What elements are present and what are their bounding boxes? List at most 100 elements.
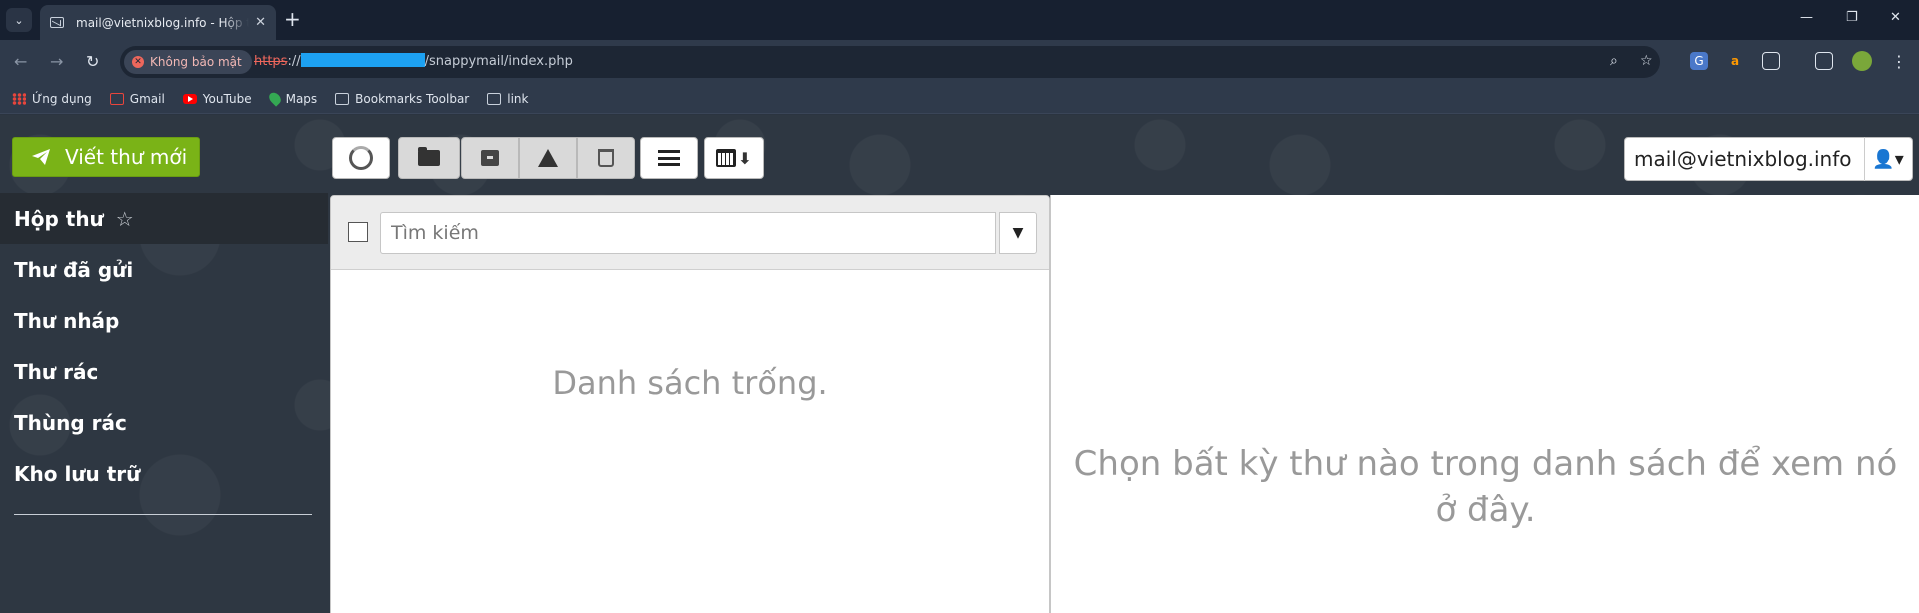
move-to-folder-button[interactable]: [398, 137, 460, 179]
loading-spinner-icon: [349, 146, 373, 170]
bookmark-label: link: [507, 91, 529, 106]
bookmark-youtube[interactable]: YouTube: [182, 91, 252, 106]
empty-list-message: Danh sách trống.: [552, 364, 828, 402]
bookmark-label: YouTube: [202, 91, 252, 106]
bookmarks-bar: Ứng dụng Gmail YouTube Maps Bookmarks To…: [0, 84, 1919, 114]
apps-grid-icon: [12, 92, 26, 105]
folder-icon: [335, 92, 350, 105]
folder-icon: [418, 147, 440, 166]
forward-arrow-icon[interactable]: →: [50, 52, 63, 71]
url-redacted-host: [300, 53, 425, 67]
sort-group: ⬇: [704, 137, 764, 179]
bookmark-label: Ứng dụng: [32, 91, 92, 106]
bookmark-maps[interactable]: Maps: [266, 90, 318, 107]
folder-label: Kho lưu trữ: [14, 461, 141, 486]
more-menu-button[interactable]: [640, 137, 698, 179]
browser-tab-active[interactable]: mail@vietnixblog.info - Hộp thư ✕: [40, 5, 276, 40]
folder-label: Thư rác: [14, 359, 99, 384]
sort-down-arrow-icon: ⬇: [738, 148, 752, 168]
window-restore-icon[interactable]: ❐: [1846, 10, 1858, 25]
sort-button[interactable]: ⬇: [704, 137, 764, 179]
back-arrow-icon[interactable]: ←: [14, 52, 27, 71]
compose-button[interactable]: Viết thư mới: [12, 137, 200, 177]
bookmark-label: Maps: [285, 91, 318, 106]
url-separator: ://: [287, 54, 301, 69]
bookmark-folder-toolbar[interactable]: Bookmarks Toolbar: [335, 92, 469, 106]
star-icon[interactable]: ☆: [116, 207, 134, 231]
menu-group: [640, 137, 698, 179]
folder-divider: [14, 514, 312, 515]
reload-icon[interactable]: ↻: [86, 52, 99, 71]
new-tab-plus-icon[interactable]: +: [284, 8, 301, 30]
extensions-puzzle-icon[interactable]: [1762, 52, 1780, 70]
search-options-caret-icon[interactable]: ▼: [999, 212, 1037, 254]
folder-label: Thư nháp: [14, 308, 120, 333]
browser-tab-strip: ⌄ mail@vietnixblog.info - Hộp thư ✕ + — …: [0, 0, 1919, 40]
tab-close-icon[interactable]: ✕: [255, 15, 266, 30]
message-preview-panel: Chọn bất kỳ thư nào trong danh sách để x…: [1050, 195, 1919, 613]
folder-icon: [487, 92, 502, 105]
gmail-icon: [109, 92, 124, 105]
folder-inbox[interactable]: Hộp thư ☆: [0, 193, 328, 244]
bookmark-folder-link[interactable]: link: [487, 92, 528, 106]
account-label: mail@vietnixblog.info: [1634, 147, 1852, 171]
preview-empty-message: Chọn bất kỳ thư nào trong danh sách để x…: [1073, 444, 1898, 530]
refresh-button[interactable]: [332, 137, 390, 179]
trash-icon: [598, 149, 614, 167]
tab-title: mail@vietnixblog.info - Hộp thư: [76, 15, 250, 30]
archive-button[interactable]: [461, 137, 519, 179]
translate-extension-icon[interactable]: G: [1690, 52, 1708, 70]
message-list-header: ▼: [331, 196, 1049, 270]
folder-label: Thùng rác: [14, 410, 127, 435]
tab-search-chevron-icon[interactable]: ⌄: [6, 8, 32, 32]
window-minimize-icon[interactable]: —: [1800, 10, 1813, 25]
archive-icon: [481, 150, 499, 166]
folder-label: Hộp thư: [14, 206, 104, 231]
hamburger-menu-icon: [658, 150, 680, 166]
bookmark-label: Gmail: [129, 91, 165, 106]
user-dropdown-icon[interactable]: 👤▾: [1863, 137, 1912, 181]
move-group: [398, 137, 460, 179]
folder-trash[interactable]: Thùng rác: [0, 397, 328, 448]
mail-app: Viết thư mới ⬇ mail@vietnixblog.info 👤▾ …: [0, 115, 1919, 613]
not-secure-icon: ✕: [132, 56, 144, 68]
url-text[interactable]: https:// /snappymail/index.php: [254, 53, 573, 69]
account-menu-button[interactable]: mail@vietnixblog.info 👤▾: [1624, 137, 1913, 181]
folder-label: Thư đã gửi: [14, 257, 134, 282]
paper-plane-icon: [32, 149, 50, 165]
message-list-panel: ▼ Danh sách trống.: [330, 195, 1050, 613]
browser-toolbar: ← → ↻ ✕ Không bảo mật https:// /snappymai…: [0, 40, 1919, 84]
folder-archive[interactable]: Kho lưu trữ: [0, 448, 328, 499]
message-actions-group: [461, 137, 635, 179]
bookmark-apps[interactable]: Ứng dụng: [12, 92, 92, 106]
zoom-icon[interactable]: ⌕: [1610, 53, 1618, 69]
url-path: /snappymail/index.php: [424, 54, 573, 69]
folder-spam[interactable]: Thư rác: [0, 346, 328, 397]
profile-avatar[interactable]: [1852, 51, 1872, 71]
mail-favicon-icon: [50, 17, 64, 28]
youtube-icon: [182, 93, 197, 104]
security-label: Không bảo mật: [150, 55, 242, 69]
warning-icon: [538, 149, 558, 167]
bookmark-star-icon[interactable]: ☆: [1640, 53, 1653, 69]
refresh-group: [332, 137, 390, 179]
maps-pin-icon: [266, 90, 283, 107]
url-protocol: https: [254, 54, 288, 69]
browser-menu-icon[interactable]: ⋮: [1890, 52, 1908, 71]
calendar-icon: [716, 149, 737, 167]
compose-label: Viết thư mới: [65, 145, 188, 169]
amazon-extension-icon[interactable]: a: [1726, 52, 1744, 70]
folder-list: Hộp thư ☆ Thư đã gửi Thư nháp Thư rác Th…: [0, 193, 328, 499]
spam-button[interactable]: [519, 137, 577, 179]
address-bar[interactable]: ✕ Không bảo mật https:// /snappymail/inde…: [120, 46, 1660, 78]
folder-sent[interactable]: Thư đã gửi: [0, 244, 328, 295]
search-input[interactable]: [380, 212, 996, 254]
select-all-checkbox[interactable]: [348, 222, 368, 242]
side-panel-icon[interactable]: [1815, 52, 1833, 70]
security-chip[interactable]: ✕ Không bảo mật: [124, 50, 252, 74]
folder-drafts[interactable]: Thư nháp: [0, 295, 328, 346]
bookmark-label: Bookmarks Toolbar: [355, 91, 470, 106]
delete-button[interactable]: [577, 137, 635, 179]
bookmark-gmail[interactable]: Gmail: [109, 91, 165, 106]
window-close-icon[interactable]: ✕: [1890, 10, 1901, 25]
